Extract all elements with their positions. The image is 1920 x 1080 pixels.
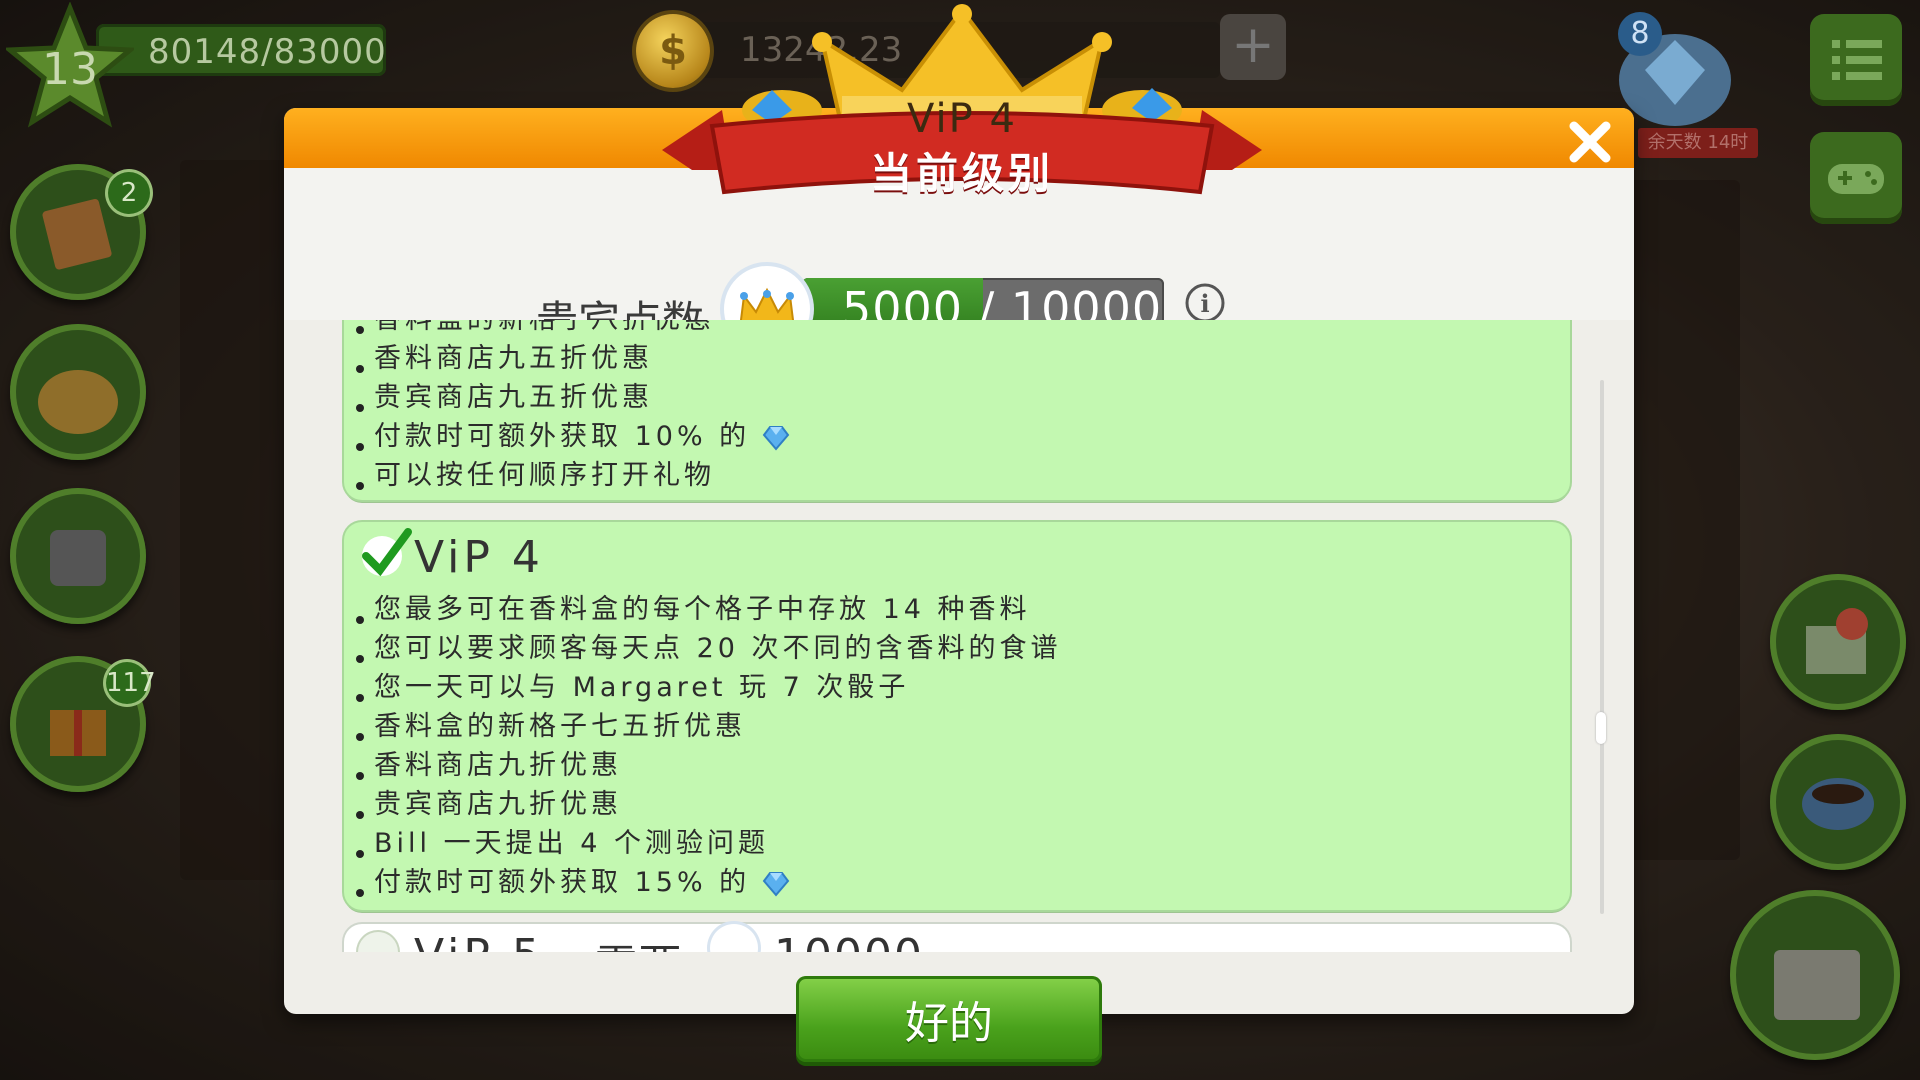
vip-level-card-prev: 香料盒的新格子八折优惠香料商店九五折优惠贵宾商店九五折优惠付款时可额外获取 10…: [344, 320, 1570, 500]
vip-dialog: 贵宾点数 5000 / 10000 i 香料盒的新格子八折优惠香料商店九五折优惠…: [284, 108, 1634, 1014]
coffee-button[interactable]: [1770, 734, 1906, 870]
map-pin-icon: [1806, 608, 1868, 674]
benefit-text: 付款时可额外获取 10% 的: [374, 421, 751, 452]
benefit-item: 香料盒的新格子八折优惠: [344, 320, 790, 339]
benefit-text: 您可以要求顾客每天点 20 次不同的含香料的食谱: [374, 633, 1062, 664]
benefit-text: 贵宾商店九折优惠: [374, 789, 622, 820]
vip-level-card-4: ViP 4 您最多可在香料盒的每个格子中存放 14 种香料 您可以要求顾客每天点 …: [344, 522, 1570, 910]
benefit-item: 您最多可在香料盒的每个格子中存放 14 种香料: [344, 590, 1062, 629]
days-left-label: 余天数 14时: [1638, 128, 1758, 158]
benefit-text: 您一天可以与 Margaret 玩 7 次骰子: [374, 672, 910, 703]
benefits-list: 香料盒的新格子八折优惠香料商店九五折优惠贵宾商店九五折优惠付款时可额外获取 10…: [344, 320, 790, 495]
menu-button[interactable]: [1810, 14, 1902, 106]
benefit-item: 付款时可额外获取 10% 的: [344, 417, 790, 456]
benefit-text: 香料商店九折优惠: [374, 750, 622, 781]
ok-button-label: 好的: [905, 998, 993, 1049]
xp-text: 80148/83000: [148, 32, 387, 72]
benefit-item: 您可以要求顾客每天点 20 次不同的含香料的食谱: [344, 629, 1062, 668]
benefit-item: 付款时可额外获取 15% 的: [344, 863, 1062, 902]
gem-icon: [762, 871, 790, 897]
benefit-text: 贵宾商店九五折优惠: [374, 382, 653, 413]
svg-text:i: i: [1200, 289, 1209, 318]
benefit-text: 香料盒的新格子七五折优惠: [374, 711, 746, 742]
vip-level-banner: ViP 4 当前级别: [652, 0, 1272, 210]
coffee-cup-icon: [1802, 778, 1874, 830]
benefit-text: Bill 一天提出 4 个测验问题: [374, 828, 769, 859]
close-button[interactable]: [1564, 116, 1616, 168]
benefit-item: 可以按任何顺序打开礼物: [344, 456, 790, 495]
benefits-list: 您最多可在香料盒的每个格子中存放 14 种香料 您可以要求顾客每天点 20 次不同…: [344, 590, 1062, 902]
games-button[interactable]: [1810, 132, 1902, 224]
scrollbar-thumb[interactable]: [1596, 712, 1606, 744]
benefit-text: 香料商店九五折优惠: [374, 343, 653, 374]
crown-icon: [710, 924, 758, 952]
banner-vip-level: ViP 4: [907, 96, 1017, 142]
vip-level-title: ViP 4: [414, 532, 544, 583]
benefit-text: 可以按任何顺序打开礼物: [374, 460, 715, 491]
benefit-item: 香料商店九折优惠: [344, 746, 1062, 785]
notification-badge: 2: [108, 172, 150, 214]
day-badge: 8: [1618, 12, 1662, 56]
benefit-text: 您最多可在香料盒的每个格子中存放 14 种香料: [374, 594, 1031, 625]
requirement-label: 需要: [594, 930, 682, 952]
benefit-text: 香料盒的新格子八折优惠: [374, 320, 715, 335]
spice-sack-icon: [38, 370, 118, 434]
check-icon: [362, 528, 412, 577]
benefit-item: 香料商店九五折优惠: [344, 339, 790, 378]
benefit-item: 贵宾商店九折优惠: [344, 785, 1062, 824]
vip-level-card-5: ViP 5 需要 10000: [344, 924, 1570, 952]
banner-current-level-label: 当前级别: [869, 149, 1054, 198]
ok-button[interactable]: 好的: [796, 976, 1102, 1062]
cash-register-icon: [1774, 950, 1860, 1020]
level-star-icon[interactable]: 13: [6, 2, 134, 130]
menu-list-icon: [1832, 40, 1882, 80]
vip-levels-list[interactable]: 香料盒的新格子八折优惠香料商店九五折优惠贵宾商店九五折优惠付款时可额外获取 10…: [284, 320, 1634, 952]
map-button[interactable]: [1770, 574, 1906, 710]
scrollbar-track[interactable]: [1600, 380, 1604, 914]
cash-register-button[interactable]: [1730, 890, 1900, 1060]
notification-badge: 117: [106, 662, 156, 704]
phone-button[interactable]: [10, 488, 146, 624]
close-icon: [1569, 121, 1611, 163]
benefit-item: Bill 一天提出 4 个测验问题: [344, 824, 1062, 863]
info-icon[interactable]: i: [1184, 282, 1226, 324]
benefit-text: 付款时可额外获取 15% 的: [374, 867, 751, 898]
unchecked-circle-icon: [358, 932, 398, 952]
spice-sack-button[interactable]: [10, 324, 146, 460]
level-number: 13: [42, 44, 98, 95]
benefit-item: 香料盒的新格子七五折优惠: [344, 707, 1062, 746]
requirement-amount: 10000: [774, 930, 924, 952]
benefit-item: 贵宾商店九五折优惠: [344, 378, 790, 417]
benefit-item: 您一天可以与 Margaret 玩 7 次骰子: [344, 668, 1062, 707]
phone-icon: [50, 530, 106, 586]
xp-bar: 80148/83000: [96, 24, 386, 76]
gem-icon: [762, 425, 790, 451]
vip-level-title: ViP 5: [414, 930, 544, 952]
gamepad-icon: [1828, 164, 1884, 194]
